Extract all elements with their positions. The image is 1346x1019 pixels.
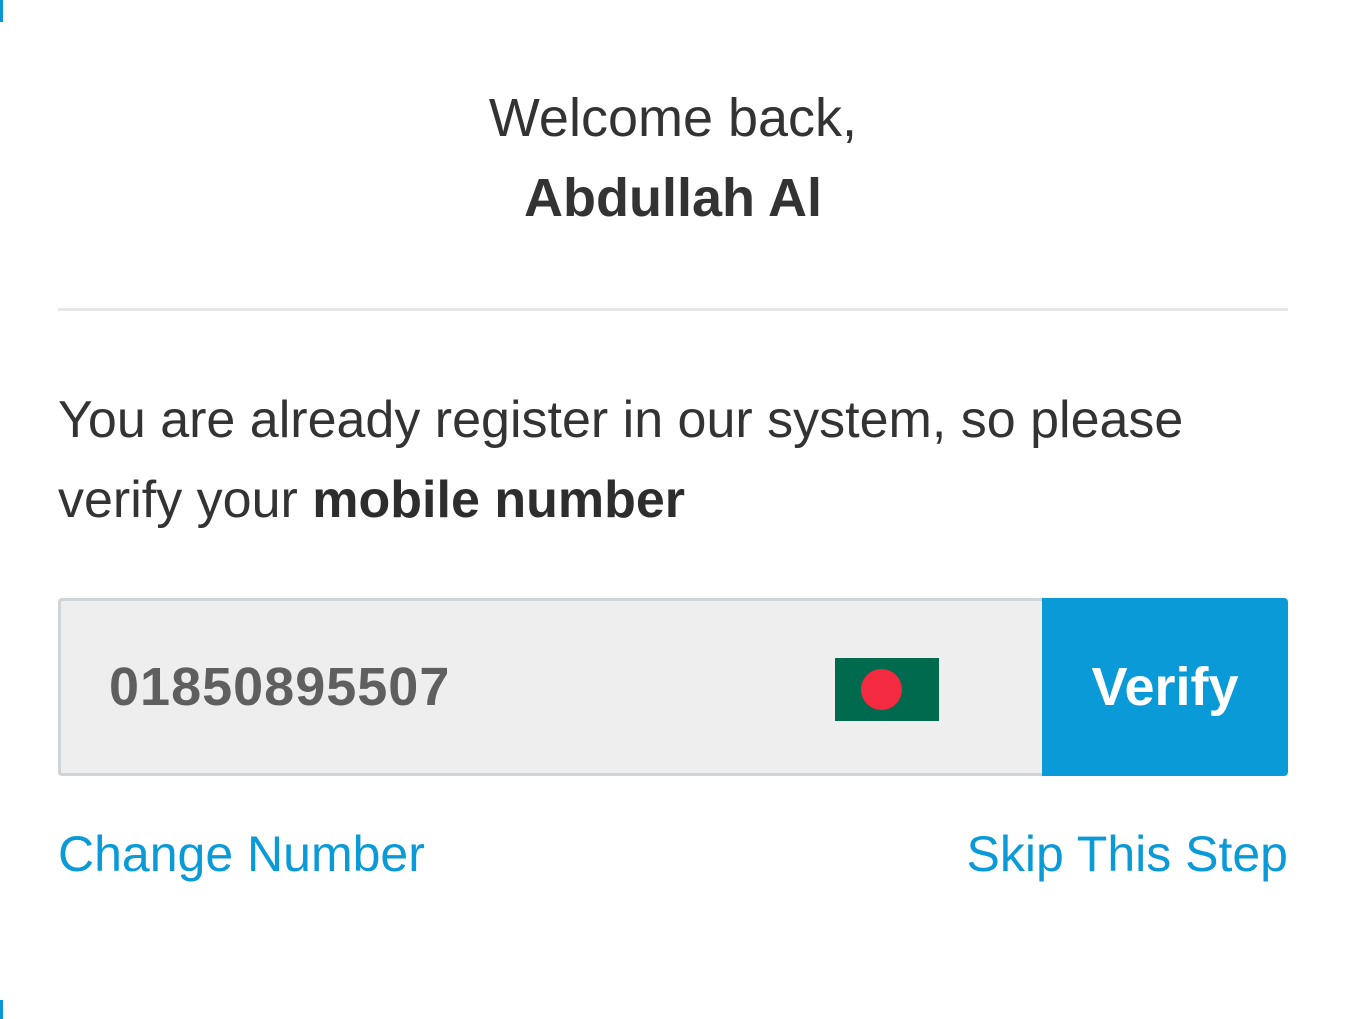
flag-disc: [861, 669, 902, 710]
verify-button[interactable]: Verify: [1042, 598, 1288, 776]
edge-marker: [0, 0, 3, 22]
instruction-emphasis: mobile number: [312, 471, 686, 529]
skip-step-link[interactable]: Skip This Step: [967, 822, 1288, 886]
phone-verify-row: Verify: [58, 598, 1288, 776]
user-name: Abdullah Al: [524, 168, 822, 228]
change-number-link[interactable]: Change Number: [58, 822, 425, 886]
edge-marker: [0, 1000, 3, 1019]
bangladesh-flag-icon: [835, 658, 939, 721]
welcome-text: Welcome back,: [488, 88, 858, 148]
phone-field: [58, 598, 1042, 776]
phone-number-input[interactable]: [109, 601, 809, 773]
instruction-message: You are already register in our system, …: [58, 380, 1293, 540]
divider: [58, 308, 1288, 311]
verify-mobile-page: Welcome back, Abdullah Al You are alread…: [0, 0, 1346, 1019]
